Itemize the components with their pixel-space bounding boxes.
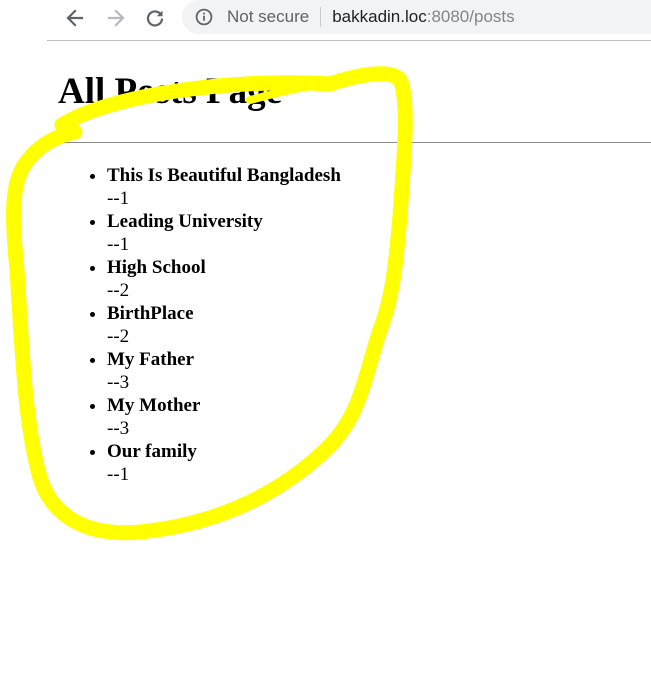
page-title: All Posts Page [58, 71, 283, 112]
list-item: My Mother --3 [107, 394, 341, 440]
toolbar-divider [47, 40, 651, 41]
post-title: This Is Beautiful Bangladesh [107, 165, 341, 186]
browser-toolbar: Not secure bakkadin.loc:8080/posts [0, 0, 651, 36]
url-host: bakkadin.loc [332, 7, 427, 26]
omnibox-divider [320, 7, 322, 27]
list-item: This Is Beautiful Bangladesh --1 [107, 164, 341, 210]
post-count: --2 [107, 280, 130, 301]
url-path: :8080/posts [426, 7, 515, 26]
post-count: --2 [107, 326, 130, 347]
post-title: My Mother [107, 395, 201, 416]
address-bar[interactable]: Not secure bakkadin.loc:8080/posts [182, 0, 651, 34]
info-icon[interactable] [195, 8, 213, 26]
horizontal-rule [58, 142, 651, 143]
security-status-label[interactable]: Not secure [227, 7, 309, 27]
forward-button[interactable] [102, 5, 130, 31]
post-title: Leading University [107, 211, 263, 232]
post-list: This Is Beautiful Bangladesh --1 Leading… [58, 164, 341, 486]
post-title: High School [107, 257, 206, 278]
post-count: --3 [107, 372, 130, 393]
post-title: Our family [107, 441, 197, 462]
forward-arrow-icon [106, 8, 126, 28]
list-item: Leading University --1 [107, 210, 341, 256]
post-count: --1 [107, 234, 130, 255]
back-button[interactable] [61, 5, 89, 31]
list-item: Our family --1 [107, 440, 341, 486]
reload-button[interactable] [141, 5, 169, 31]
post-count: --1 [107, 188, 130, 209]
back-arrow-icon [65, 8, 85, 28]
post-count: --3 [107, 418, 130, 439]
url-text[interactable]: bakkadin.loc:8080/posts [332, 7, 514, 27]
post-title: BirthPlace [107, 303, 194, 324]
list-item: High School --2 [107, 256, 341, 302]
post-count: --1 [107, 464, 130, 485]
post-title: My Father [107, 349, 195, 370]
reload-icon [145, 8, 165, 28]
list-item: BirthPlace --2 [107, 302, 341, 348]
list-item: My Father --3 [107, 348, 341, 394]
